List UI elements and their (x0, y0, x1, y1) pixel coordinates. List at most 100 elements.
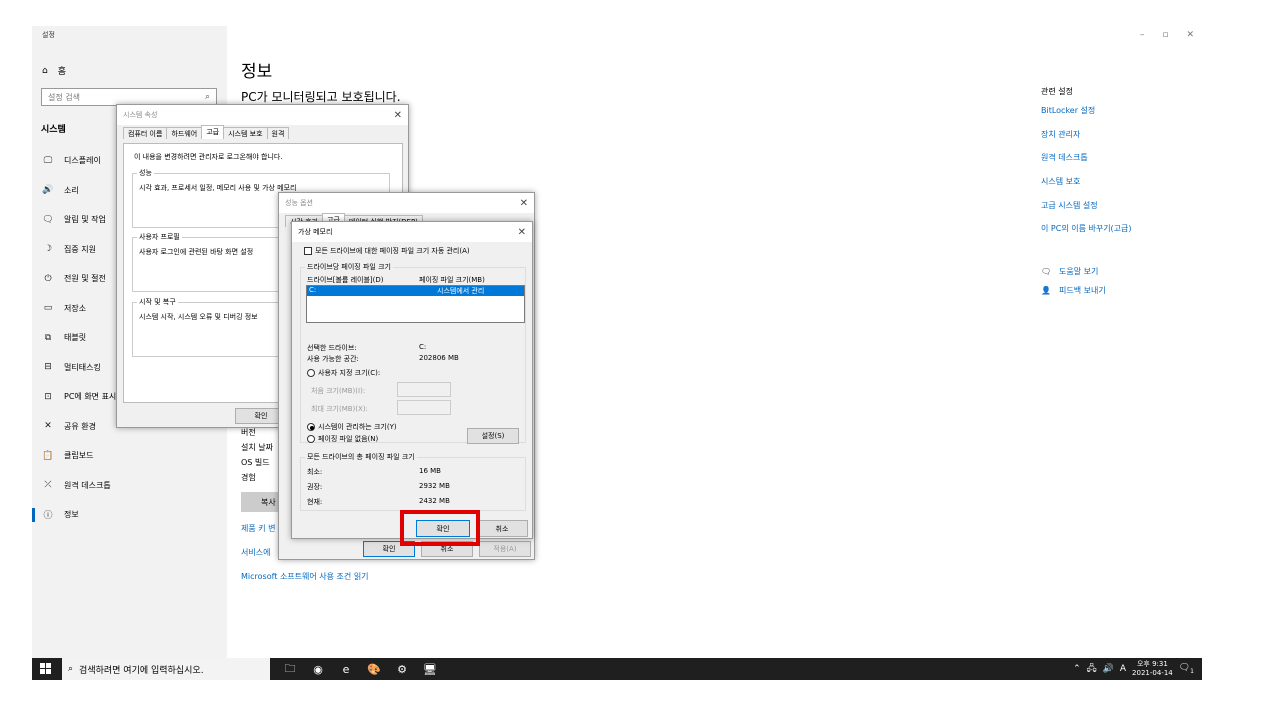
sidebar-item-label: 태블릿 (64, 333, 87, 343)
admin-note: 이 내용을 변경하려면 관리자로 로그온해야 합니다. (134, 153, 283, 161)
info-icon: ⓘ (43, 511, 53, 522)
multitask-icon: ⊟ (44, 362, 52, 373)
user-profile-desc: 사용자 로그인에 관련된 바탕 화면 설정 (139, 248, 254, 256)
performance-options-titlebar: 성능 옵션 ✕ (279, 193, 534, 213)
auto-manage-checkbox[interactable]: 모든 드라이브에 대한 페이징 파일 크기 자동 관리(A) (304, 246, 470, 256)
edge-icon[interactable]: e (336, 660, 356, 678)
remote-icon: ⤫ (44, 480, 52, 491)
notification-icon: 🗨 (42, 214, 54, 225)
version-label: 버전 (241, 428, 256, 437)
clock[interactable]: 오후 9:31 2021-04-14 (1132, 660, 1173, 678)
drive-list[interactable]: C: 시스템에서 관리 (306, 285, 525, 323)
tab[interactable]: 시스템 보호 (223, 127, 268, 139)
performance-label: 성능 (137, 168, 154, 178)
tablet-icon: ⧉ (44, 332, 52, 343)
set-button[interactable]: 설정(S) (467, 428, 519, 444)
sidebar-item-label: 알림 및 작업 (64, 215, 106, 225)
max-size-input[interactable] (397, 400, 451, 415)
feedback-label: 피드백 보내기 (1059, 286, 1106, 295)
total-paging-group: 모든 드라이브의 총 페이징 파일 크기 최소: 16 MB 권장: 2932 … (300, 452, 526, 511)
initial-size-input[interactable] (397, 382, 451, 397)
close-icon[interactable]: ✕ (520, 198, 528, 209)
drive-column-header: 드라이브[볼륨 레이블](D) (307, 276, 384, 284)
minimum-value: 16 MB (419, 467, 441, 475)
start-button[interactable] (40, 663, 52, 675)
user-profile-label: 사용자 프로필 (137, 232, 182, 242)
custom-size-radio[interactable]: 사용자 지정 크기(C): (307, 368, 380, 378)
project-icon: ⊡ (44, 391, 52, 402)
sidebar-item-label: 소리 (64, 185, 79, 195)
tab[interactable]: 컴퓨터 이름 (123, 127, 168, 139)
sidebar-item-label: 정보 (64, 510, 79, 520)
drive-row-c[interactable]: C: 시스템에서 관리 (307, 286, 524, 296)
minimum-label: 최소: (307, 468, 323, 476)
close-icon[interactable]: ✕ (518, 227, 526, 238)
clock-time: 오후 9:31 (1136, 660, 1168, 668)
tab[interactable]: 원격 (266, 127, 290, 139)
feedback-link[interactable]: 👤 피드백 보내기 (1041, 281, 1106, 300)
virtual-memory-dialog: 가상 메모리 ✕ 모든 드라이브에 대한 페이징 파일 크기 자동 관리(A) … (291, 221, 533, 539)
tray-volume-icon[interactable]: 🔊 (1103, 664, 1114, 674)
tray-chevron-icon[interactable]: ⌃ (1073, 664, 1081, 674)
services-link[interactable]: 서비스에 (241, 547, 270, 558)
install-date-label: 설치 날짜 (241, 443, 273, 452)
related-link[interactable]: 시스템 보호 (1041, 176, 1191, 200)
related-settings: 관련 설정 BitLocker 설정 장치 관리자 원격 데스크톱 시스템 보호 고급 … (1041, 86, 1191, 247)
system-managed-radio[interactable]: 시스템이 관리하는 크기(Y) (307, 422, 397, 432)
sidebar-item[interactable]: 📋 클립보드 (32, 441, 227, 471)
share-icon: ✕ (44, 421, 52, 432)
recommended-label: 권장: (307, 483, 323, 491)
related-link[interactable]: 장치 관리자 (1041, 129, 1191, 153)
initial-size-label: 처음 크기(MB)(I): (311, 387, 366, 395)
selected-drive-value: C: (419, 343, 427, 351)
sidebar-item[interactable]: ⤫ 원격 데스크톱 (32, 471, 227, 501)
file-explorer-icon[interactable]: 🗀 (280, 660, 300, 678)
sidebar-item-label: 전원 및 절전 (64, 274, 106, 284)
help-link[interactable]: 🗨 도움말 보기 (1041, 262, 1106, 281)
clipboard-icon: 📋 (42, 450, 54, 461)
tab[interactable]: 고급 (201, 125, 225, 139)
monitor-icon: 🖵 (43, 155, 53, 166)
no-paging-radio[interactable]: 페이징 파일 없음(N) (307, 434, 378, 444)
performance-apply-button[interactable]: 적용(A) (479, 541, 531, 557)
settings-icon[interactable]: ⚙ (392, 660, 412, 678)
protection-status: PC가 모니터링되고 보호됩니다. (241, 90, 401, 104)
max-size-label: 최대 크기(MB)(X): (311, 405, 368, 413)
close-icon[interactable]: ✕ (394, 110, 402, 121)
related-link[interactable]: 고급 시스템 설정 (1041, 200, 1191, 224)
related-link[interactable]: 원격 데스크톱 (1041, 152, 1191, 176)
maximize-button[interactable]: ▫ (1162, 30, 1168, 40)
virtual-memory-cancel-button[interactable]: 취소 (476, 520, 528, 537)
license-link[interactable]: Microsoft 소프트웨어 사용 조건 읽기 (241, 571, 369, 582)
checkbox-box (304, 247, 312, 255)
taskbar-search-input[interactable]: ⌕ 검색하려면 여기에 입력하십시오. (62, 658, 270, 680)
system-icon[interactable]: 🖥 (420, 660, 440, 678)
close-button[interactable]: ✕ (1186, 30, 1194, 40)
highlight-box (400, 510, 480, 546)
sidebar-item-label: 원격 데스크톱 (64, 480, 111, 490)
current-value: 2432 MB (419, 497, 450, 505)
available-space-value: 202806 MB (419, 354, 459, 362)
ime-indicator[interactable]: A (1120, 664, 1126, 674)
sidebar-item-label: 집중 지원 (64, 244, 96, 254)
sidebar-item[interactable]: ⓘ 정보 (32, 500, 227, 530)
current-label: 현재: (307, 498, 323, 506)
paint-icon[interactable]: 🎨 (364, 660, 384, 678)
clock-date: 2021-04-14 (1132, 669, 1173, 677)
product-key-link[interactable]: 제품 키 변 (241, 523, 276, 534)
related-link[interactable]: BitLocker 설정 (1041, 105, 1191, 129)
sidebar-item-label: 저장소 (64, 303, 87, 313)
home-link[interactable]: ⌂ 홈 (42, 64, 66, 78)
available-space-label: 사용 가능한 공간: (307, 355, 359, 363)
section-title: 시스템 (41, 125, 66, 135)
notification-count: 1 (1190, 667, 1194, 675)
chrome-icon[interactable]: ◉ (308, 660, 328, 678)
virtual-memory-title: 가상 메모리 (298, 228, 333, 236)
related-link[interactable]: 이 PC의 이름 바꾸기(고급) (1041, 223, 1191, 247)
notification-icon[interactable]: 🗨1 (1179, 663, 1194, 675)
tab[interactable]: 하드웨어 (166, 127, 203, 139)
power-icon: ⏻ (44, 273, 52, 284)
minimize-button[interactable]: – (1140, 30, 1145, 40)
tray-network-icon[interactable]: 🖧 (1087, 661, 1097, 677)
total-paging-label: 모든 드라이브의 총 페이징 파일 크기 (305, 452, 417, 462)
